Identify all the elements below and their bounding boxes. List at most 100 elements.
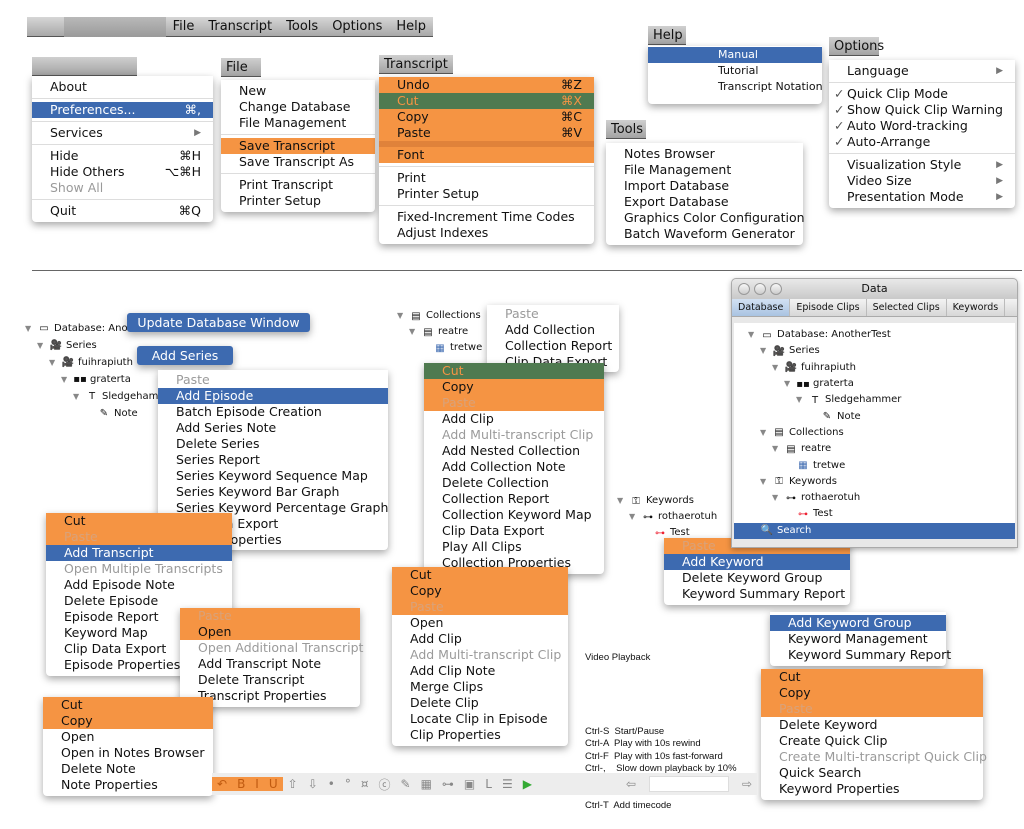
undo-icon[interactable]: ↶ xyxy=(212,777,233,791)
menu-item-cut[interactable]: Cut xyxy=(392,567,568,583)
tree-node-sledgeham[interactable]: ▼ T Sledgeham xyxy=(25,388,158,405)
menu-item-open[interactable]: Open xyxy=(392,615,568,631)
expand-triangle-icon[interactable]: ▼ xyxy=(748,327,760,343)
menu-item-keyword-summary-report[interactable]: Keyword Summary Report xyxy=(664,586,850,602)
menu-item-add-transcript-note[interactable]: Add Transcript Note xyxy=(180,656,360,672)
tree-node-reatre[interactable]: reatre xyxy=(438,324,468,340)
menu-item-printer-setup[interactable]: Printer Setup xyxy=(379,186,594,202)
menu-item-clip-data-export[interactable]: Clip Data Export xyxy=(424,523,604,539)
expand-triangle-icon[interactable]: ▼ xyxy=(760,343,772,359)
menu-item-series-keyword-bar-graph[interactable]: Series Keyword Bar Graph xyxy=(158,484,388,500)
menu-item-batch-waveform-generator[interactable]: Batch Waveform Generator xyxy=(606,226,803,242)
menu-options[interactable]: Options xyxy=(325,19,389,34)
menu-help[interactable]: Help xyxy=(389,19,433,34)
menu-item-paste[interactable]: Paste xyxy=(392,599,568,615)
menu-item-delete-episode[interactable]: Delete Episode xyxy=(46,593,232,609)
menu-item-add-multi-transcript-clip[interactable]: Add Multi-transcript Clip xyxy=(424,427,604,443)
prev-icon[interactable]: ⇦ xyxy=(621,777,641,791)
menu-item-visualization-style[interactable]: Visualization Style ▶ xyxy=(829,157,1015,173)
next-icon[interactable]: ⇨ xyxy=(737,777,757,791)
menu-item-add-nested-collection[interactable]: Add Nested Collection xyxy=(424,443,604,459)
keyword-map-icon[interactable]: ▦ xyxy=(416,777,437,791)
menu-item-export-database[interactable]: Export Database xyxy=(606,194,803,210)
gap-icon[interactable]: ᒪ xyxy=(480,777,497,791)
menu-item-quit[interactable]: Quit ⌘Q xyxy=(32,203,213,219)
expand-triangle-icon[interactable]: ▼ xyxy=(796,392,808,408)
expand-triangle-icon[interactable]: ▼ xyxy=(772,441,784,457)
menu-transcript[interactable]: Transcript xyxy=(201,19,279,34)
menu-item-add-series-note[interactable]: Add Series Note xyxy=(158,420,388,436)
menu-item-file-management[interactable]: File Management xyxy=(221,115,375,131)
list-icon[interactable]: ☰ xyxy=(497,777,518,791)
dot-icon[interactable]: • xyxy=(323,777,340,791)
menu-item-quick-clip-mode[interactable]: ✓ Quick Clip Mode xyxy=(829,86,1015,102)
menu-item-quick-search[interactable]: Quick Search xyxy=(761,765,983,781)
expand-triangle-icon[interactable]: ▼ xyxy=(772,490,784,506)
italic-icon[interactable]: I xyxy=(250,777,264,791)
menu-item-paste[interactable]: Paste xyxy=(424,395,604,411)
menu-item-keyword-summary-report[interactable]: Keyword Summary Report xyxy=(770,647,951,663)
tree-node-tretwe[interactable]: tretwe xyxy=(450,340,482,356)
menu-item-delete-transcript[interactable]: Delete Transcript xyxy=(180,672,360,688)
search-input[interactable] xyxy=(648,776,729,792)
tree-node-keywords[interactable]: ▼ ⚿ Keywords xyxy=(748,474,1015,490)
bold-icon[interactable]: B xyxy=(232,777,251,791)
menu-item-auto-word-tracking[interactable]: ✓ Auto Word-tracking xyxy=(829,118,1015,134)
menu-item-clip-properties[interactable]: Clip Properties xyxy=(392,727,568,743)
menu-item-merge-clips[interactable]: Merge Clips xyxy=(392,679,568,695)
minimize-button[interactable] xyxy=(754,283,766,295)
tree-node-note[interactable]: ✎ Note xyxy=(748,408,1015,424)
menu-item-open-multiple-transcripts[interactable]: Open Multiple Transcripts xyxy=(46,561,232,577)
app-menu-title[interactable] xyxy=(63,16,166,37)
menu-item-graphics-color-configuration[interactable]: Graphics Color Configuration xyxy=(606,210,805,226)
menu-item-cut[interactable]: Cut ⌘X xyxy=(379,93,594,109)
menu-item-font[interactable]: Font xyxy=(379,147,594,163)
close-button[interactable] xyxy=(738,283,750,295)
tree-node-keywords[interactable]: Keywords xyxy=(646,493,694,509)
expand-triangle-icon[interactable]: ▼ xyxy=(25,321,37,337)
menu-item-paste[interactable]: Paste xyxy=(180,608,360,624)
menu-item-save-transcript[interactable]: Save Transcript xyxy=(221,138,375,154)
zoom-button[interactable] xyxy=(770,283,782,295)
menu-item-add-multi-transcript-clip[interactable]: Add Multi-transcript Clip xyxy=(392,647,568,663)
tree-node-graterta[interactable]: ▼ ▪▪ graterta xyxy=(748,376,1015,392)
menu-item-delete-keyword-group[interactable]: Delete Keyword Group xyxy=(664,570,850,586)
menu-item-language[interactable]: Language ▶ xyxy=(829,63,1015,79)
menu-item-show-quick-clip-warning[interactable]: ✓ Show Quick Clip Warning xyxy=(829,102,1015,118)
tree-node-search[interactable]: 🔍 Search xyxy=(734,522,1015,539)
menu-item-series-keyword-sequence-map[interactable]: Series Keyword Sequence Map xyxy=(158,468,388,484)
menu-item-keyword-management[interactable]: Keyword Management xyxy=(770,631,946,647)
tab-episode-clips[interactable]: Episode Clips xyxy=(790,299,867,316)
tab-selected-clips[interactable]: Selected Clips xyxy=(867,299,947,316)
menu-item-copy[interactable]: Copy xyxy=(392,583,568,599)
menu-item-delete-series[interactable]: Delete Series xyxy=(158,436,388,452)
timecode-icon[interactable]: ¤ xyxy=(356,777,374,791)
menu-item-notes-browser[interactable]: Notes Browser xyxy=(606,146,803,162)
tree-node-reatre[interactable]: ▼ ▤ reatre xyxy=(748,441,1015,457)
tree-node-note[interactable]: ✎ Note xyxy=(25,405,158,422)
menu-item-print-transcript[interactable]: Print Transcript xyxy=(221,177,375,193)
tree-node-test[interactable]: ⊶ Test xyxy=(748,506,1015,522)
menu-item-cut[interactable]: Cut xyxy=(46,513,232,529)
menu-item-transcript-notation[interactable]: Transcript Notation xyxy=(648,79,823,95)
menu-item-change-database[interactable]: Change Database xyxy=(221,99,375,115)
expand-triangle-icon[interactable]: ▼ xyxy=(49,355,61,371)
menu-item-create-quick-clip[interactable]: Create Quick Clip xyxy=(761,733,983,749)
menu-item-delete-collection[interactable]: Delete Collection xyxy=(424,475,604,491)
menu-item-fixed-increment-time-codes[interactable]: Fixed-Increment Time Codes xyxy=(379,209,594,225)
expand-triangle-icon[interactable]: ▼ xyxy=(784,376,796,392)
menu-item-manual[interactable]: Manual xyxy=(648,47,822,63)
update-database-window-item[interactable]: Update Database Window xyxy=(127,313,310,332)
menu-item-auto-arrange[interactable]: ✓ Auto-Arrange xyxy=(829,134,1015,150)
menu-item-new[interactable]: New xyxy=(221,83,375,99)
menu-item-paste[interactable]: Paste xyxy=(761,701,983,717)
menu-item-locate-clip-in-episode[interactable]: Locate Clip in Episode xyxy=(392,711,568,727)
menu-tools[interactable]: Tools xyxy=(279,19,325,34)
expand-triangle-icon[interactable]: ▼ xyxy=(73,389,85,405)
menu-item-copy[interactable]: Copy xyxy=(761,685,983,701)
menu-item-preferences[interactable]: Preferences... ⌘, xyxy=(32,102,213,118)
menu-item-video-size[interactable]: Video Size ▶ xyxy=(829,173,1015,189)
menu-item-open-additional-transcript[interactable]: Open Additional Transcript xyxy=(180,640,363,656)
tree-node-collections[interactable]: Collections xyxy=(426,308,481,324)
menu-item-add-keyword-group[interactable]: Add Keyword Group xyxy=(770,615,946,631)
